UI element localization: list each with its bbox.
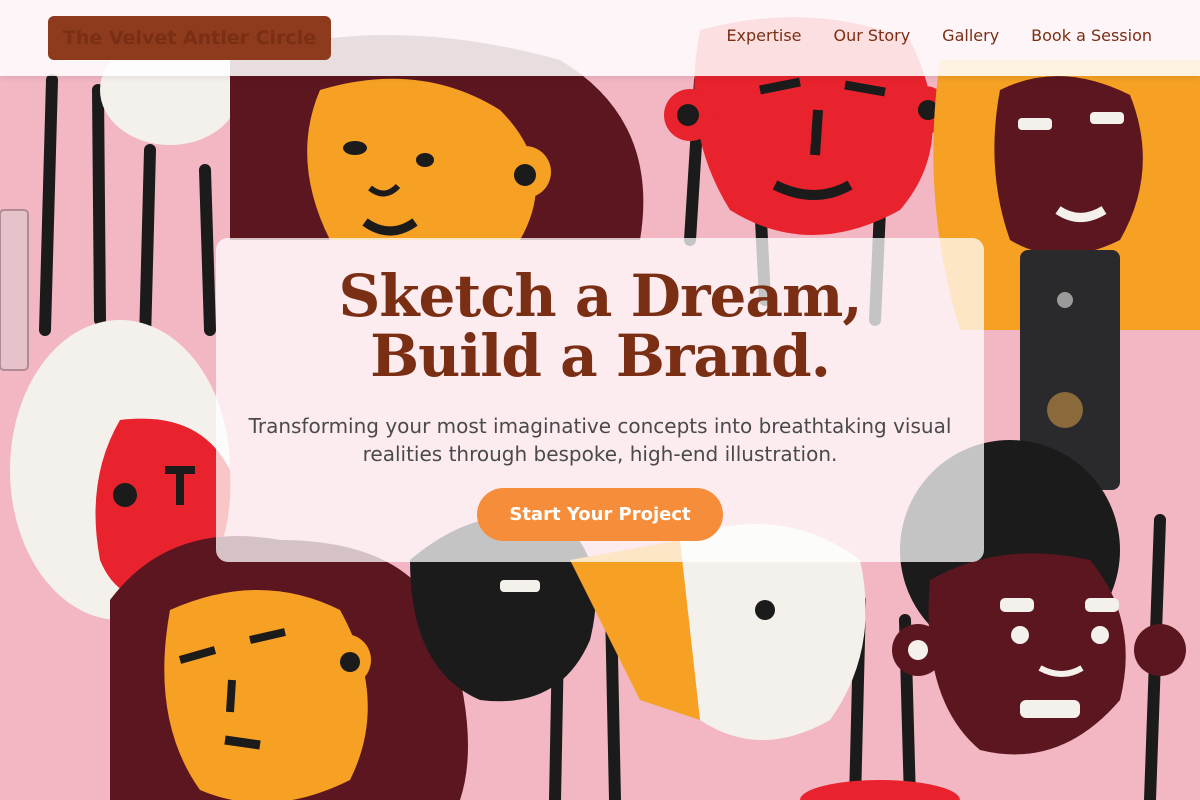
hero-card: Sketch a Dream, Build a Brand. Transform… [216, 238, 984, 562]
brand-name: The Velvet Antler Circle [62, 27, 317, 49]
landing-page: The Velvet Antler Circle Expertise Our S… [0, 0, 1200, 800]
nav-link-expertise[interactable]: Expertise [726, 26, 801, 45]
brand-logo[interactable]: The Velvet Antler Circle [48, 16, 331, 60]
hero-subtitle: Transforming your most imaginative conce… [248, 414, 952, 466]
nav-link-gallery[interactable]: Gallery [942, 26, 999, 45]
start-project-button[interactable]: Start Your Project [477, 488, 723, 541]
hero-title: Sketch a Dream, Build a Brand. [338, 262, 862, 390]
nav-link-our-story[interactable]: Our Story [834, 26, 911, 45]
nav-link-book-a-session[interactable]: Book a Session [1031, 26, 1152, 45]
main-nav: Expertise Our Story Gallery Book a Sessi… [726, 26, 1152, 45]
site-header: The Velvet Antler Circle Expertise Our S… [0, 0, 1200, 76]
